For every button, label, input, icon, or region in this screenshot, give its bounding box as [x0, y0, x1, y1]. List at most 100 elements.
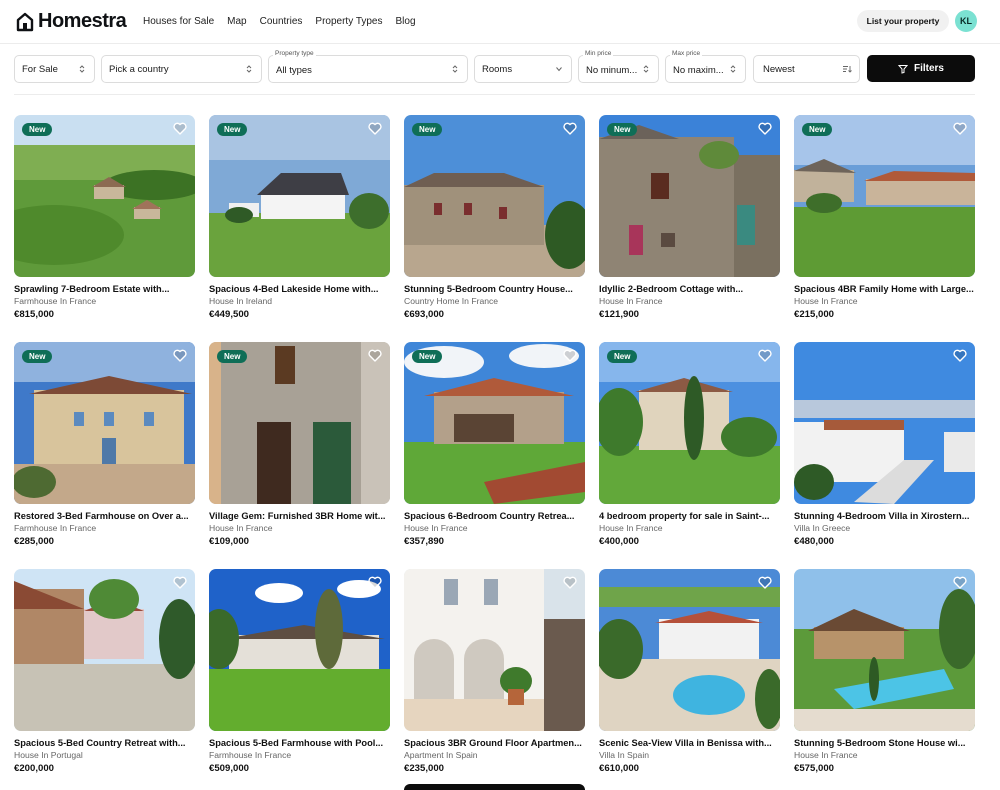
listing-card[interactable]: Stunning 4-Bedroom Villa in Xirostern...…	[794, 342, 975, 548]
listing-title[interactable]: Stunning 5-Bedroom Country House...	[404, 283, 585, 295]
listing-type-location: House In France	[404, 523, 468, 533]
chevron-updown-icon	[643, 65, 649, 73]
listing-card[interactable]: Spacious 5-Bed Farmhouse with Pool... Far…	[209, 569, 390, 775]
heart-icon[interactable]	[173, 576, 187, 589]
listing-card[interactable]: New Village Gem: Furnished 3BR Home wit..…	[209, 342, 390, 548]
main-nav: Houses for Sale Map Countries Property T…	[143, 16, 416, 27]
listing-photo[interactable]: New	[599, 115, 780, 277]
country-select[interactable]: Pick a country	[101, 55, 262, 83]
listing-card[interactable]: New Spacious 6-Bedroom Country Retrea... H…	[404, 342, 585, 548]
listing-title[interactable]: Stunning 4-Bedroom Villa in Xirostern...	[794, 510, 975, 522]
heart-icon[interactable]	[758, 122, 772, 135]
listing-photo[interactable]	[794, 569, 975, 731]
nav-property-types[interactable]: Property Types	[315, 16, 382, 27]
listing-card[interactable]: New Sprawling 7-Bedroom Estate with... Far…	[14, 115, 195, 321]
heart-icon[interactable]	[173, 349, 187, 362]
listing-photo[interactable]	[599, 569, 780, 731]
listing-card[interactable]: New Spacious 4-Bed Lakeside Home with... H…	[209, 115, 390, 321]
listing-photo[interactable]: New	[404, 115, 585, 277]
listing-title[interactable]: Spacious 3BR Ground Floor Apartmen...	[404, 737, 585, 749]
listing-card[interactable]: Spacious 5-Bed Country Retreat with... Ho…	[14, 569, 195, 775]
listing-title[interactable]: Spacious 5-Bed Country Retreat with...	[14, 737, 195, 749]
nav-houses-for-sale[interactable]: Houses for Sale	[143, 16, 214, 27]
listing-title[interactable]: Village Gem: Furnished 3BR Home wit...	[209, 510, 390, 522]
nav-countries[interactable]: Countries	[260, 16, 303, 27]
heart-icon[interactable]	[368, 349, 382, 362]
listing-photo[interactable]	[14, 569, 195, 731]
max-price-select[interactable]: Max price No maxim...	[665, 50, 746, 83]
listing-title[interactable]: Scenic Sea-View Villa in Benissa with...	[599, 737, 780, 749]
listing-card[interactable]: New Idyllic 2-Bedroom Cottage with... Hous…	[599, 115, 780, 321]
listing-title[interactable]: 4 bedroom property for sale in Saint-...	[599, 510, 780, 522]
listing-card[interactable]: New Restored 3-Bed Farmhouse on Over a...…	[14, 342, 195, 548]
property-photo-image	[794, 115, 975, 277]
listing-price: €357,890	[404, 536, 445, 547]
sort-select[interactable]: Newest	[753, 55, 860, 83]
property-type-select[interactable]: Property type All types	[268, 50, 468, 83]
listing-type-select[interactable]: For Sale	[14, 55, 95, 83]
listing-price: €575,000	[794, 763, 835, 774]
listing-card[interactable]: New 4 bedroom property for sale in Saint-…	[599, 342, 780, 548]
rooms-select[interactable]: Rooms	[474, 55, 572, 83]
listing-type-location: Farmhouse In France	[209, 750, 292, 760]
heart-icon[interactable]	[953, 122, 967, 135]
heart-icon[interactable]	[368, 576, 382, 589]
property-photo-image	[14, 342, 195, 504]
listing-photo[interactable]: New	[209, 115, 390, 277]
heart-icon[interactable]	[758, 576, 772, 589]
listing-title[interactable]: Restored 3-Bed Farmhouse on Over a...	[14, 510, 195, 522]
listing-card[interactable]: New Stunning 5-Bedroom Country House... Co…	[404, 115, 585, 321]
list-your-property-button[interactable]: List your property	[857, 10, 949, 32]
listing-type-location: House In France	[794, 296, 858, 306]
heart-icon[interactable]	[758, 349, 772, 362]
heart-icon[interactable]	[563, 122, 577, 135]
listing-title[interactable]: Spacious 5-Bed Farmhouse with Pool...	[209, 737, 390, 749]
listing-title[interactable]: Spacious 6-Bedroom Country Retrea...	[404, 510, 585, 522]
property-photo-image	[599, 569, 780, 731]
listing-type-location: House In France	[599, 523, 663, 533]
heart-icon[interactable]	[563, 576, 577, 589]
nav-map[interactable]: Map	[227, 16, 246, 27]
new-badge: New	[607, 123, 638, 136]
listing-photo[interactable]: New	[599, 342, 780, 504]
listing-type-location: House In France	[209, 523, 273, 533]
property-photo-image	[209, 342, 390, 504]
heart-icon[interactable]	[368, 122, 382, 135]
listing-title[interactable]: Idyllic 2-Bedroom Cottage with...	[599, 283, 780, 295]
listing-photo[interactable]	[404, 569, 585, 731]
heart-icon[interactable]	[953, 349, 967, 362]
user-avatar[interactable]: KL	[955, 10, 977, 32]
filters-button[interactable]: Filters	[867, 55, 975, 82]
floating-toolbar-edge[interactable]	[404, 784, 585, 790]
listing-card[interactable]: Scenic Sea-View Villa in Benissa with...…	[599, 569, 780, 775]
listing-card[interactable]: Spacious 3BR Ground Floor Apartmen... Apa…	[404, 569, 585, 775]
heart-icon[interactable]	[563, 349, 577, 362]
listing-title[interactable]: Sprawling 7-Bedroom Estate with...	[14, 283, 195, 295]
listing-photo[interactable]: New	[404, 342, 585, 504]
logo-text: Homestra	[38, 10, 127, 32]
homestra-logo[interactable]: Homestra	[16, 10, 127, 33]
listing-price: €815,000	[14, 309, 55, 320]
listing-card[interactable]: New Spacious 4BR Family Home with Large..…	[794, 115, 975, 321]
min-price-select[interactable]: Min price No minum...	[578, 50, 659, 83]
listing-title[interactable]: Spacious 4-Bed Lakeside Home with...	[209, 283, 390, 295]
chevron-down-icon	[556, 67, 562, 72]
listing-photo[interactable]	[794, 342, 975, 504]
listing-title[interactable]: Stunning 5-Bedroom Stone House wi...	[794, 737, 975, 749]
listing-card[interactable]: Stunning 5-Bedroom Stone House wi... Hous…	[794, 569, 975, 775]
country-value: Pick a country	[109, 64, 169, 75]
sort-icon	[843, 66, 852, 73]
nav-blog[interactable]: Blog	[396, 16, 416, 27]
new-badge: New	[22, 123, 53, 136]
listing-photo[interactable]: New	[14, 342, 195, 504]
property-type-value: All types	[276, 65, 312, 76]
filter-icon	[897, 64, 908, 74]
listing-photo[interactable]: New	[209, 342, 390, 504]
listing-photo[interactable]: New	[794, 115, 975, 277]
min-price-label: Min price	[583, 50, 614, 57]
listing-photo[interactable]	[209, 569, 390, 731]
heart-icon[interactable]	[173, 122, 187, 135]
listing-photo[interactable]: New	[14, 115, 195, 277]
heart-icon[interactable]	[953, 576, 967, 589]
listing-title[interactable]: Spacious 4BR Family Home with Large...	[794, 283, 975, 295]
